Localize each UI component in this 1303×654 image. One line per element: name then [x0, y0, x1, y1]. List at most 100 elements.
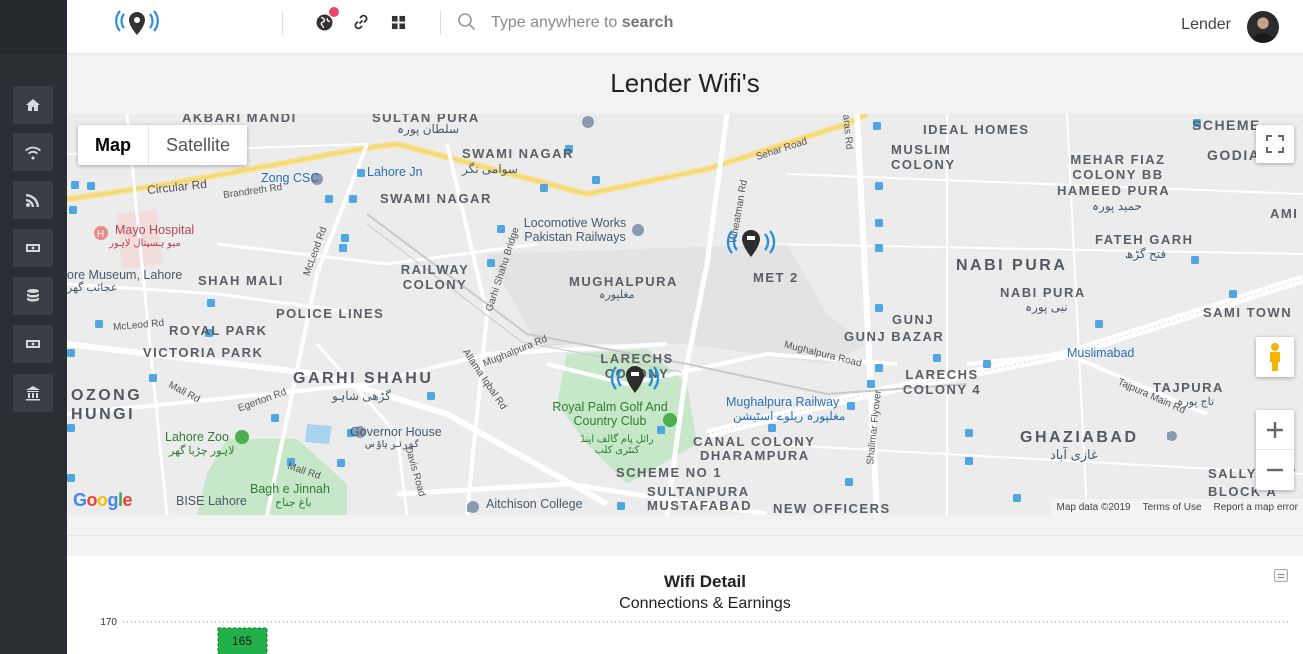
map-label: FATEH GARH	[1095, 232, 1194, 247]
map-label: Zong CSC	[261, 171, 320, 185]
map-label: BISE Lahore	[176, 494, 247, 508]
sidebar-item-database[interactable]	[13, 277, 53, 315]
map-label: SHAH MALI	[198, 273, 284, 288]
map-footer: Map data ©2019 Terms of Use Report a map…	[1050, 499, 1303, 515]
map-label: SWAMI NAGAR	[380, 191, 492, 206]
map-label: MET 2	[753, 270, 799, 285]
map-label: باغ جناح	[275, 497, 312, 509]
minus-icon	[1267, 468, 1283, 472]
map-label: GUNJ	[892, 312, 935, 327]
map-label: Royal Palm Golf And Country Club	[552, 400, 668, 428]
map-label: رائل پام گالف اینڈ کنٹری کلب	[580, 434, 654, 456]
map-label: HUNGI	[71, 406, 136, 423]
map-label: GARHI SHAHU	[293, 370, 434, 387]
sidebar-item-home[interactable]	[13, 86, 53, 124]
map-label: میو ہسپتال لاہور	[109, 238, 181, 249]
street-view-button[interactable]	[1256, 337, 1294, 377]
link-icon	[354, 14, 368, 30]
page-title: Lender Wifi's	[610, 68, 760, 98]
sidebar	[0, 0, 67, 654]
map-label: عجائب گھر	[67, 282, 118, 294]
header-separator	[282, 11, 283, 35]
zoom-out-button[interactable]	[1256, 450, 1294, 490]
sidebar-item-feed[interactable]	[13, 181, 53, 219]
map-label: Mughalpura Railway	[726, 395, 840, 409]
zoom-control	[1256, 410, 1294, 490]
sidebar-item-earnings[interactable]	[13, 325, 53, 363]
sidebar-item-payments[interactable]	[13, 229, 53, 267]
map-label: IDEAL HOMES	[923, 122, 1030, 137]
map-label: ROYAL PARK	[169, 323, 268, 338]
map-label: MUSTAFABAD	[647, 498, 753, 513]
data-label: 165	[232, 634, 252, 648]
fullscreen-button[interactable]	[1256, 125, 1294, 163]
bank-icon	[26, 386, 40, 401]
map-type-control: Map Satellite	[78, 125, 248, 165]
map-label: حمید پورہ	[1092, 199, 1142, 213]
google-logo[interactable]: Google	[73, 490, 133, 511]
avatar[interactable]	[1247, 11, 1279, 43]
map-label: TAJPURA	[1153, 380, 1224, 395]
map-label: SAMI TOWN	[1203, 305, 1293, 320]
map-type-map-button[interactable]: Map	[78, 125, 149, 165]
pegman-icon	[1270, 343, 1280, 371]
header-separator	[440, 11, 441, 35]
divider	[67, 535, 1303, 536]
wifi-location-marker[interactable]	[723, 226, 779, 266]
map-label: مغلپورہ ریلوے اسٹیشن	[733, 409, 846, 423]
search-input[interactable]: Type anywhere to search	[491, 14, 673, 32]
home-icon	[26, 99, 40, 111]
map-label: CANAL COLONY	[693, 434, 816, 449]
sidebar-item-wifi[interactable]	[13, 133, 53, 171]
fullscreen-icon	[1266, 135, 1284, 153]
map-label: RAILWAY COLONY	[400, 262, 470, 292]
wifi-location-marker[interactable]	[607, 362, 663, 402]
map-label: SWAMI NAGAR	[462, 146, 574, 161]
map-label: ore Museum, Lahore	[67, 268, 183, 282]
map-label: DHARAMPURA	[700, 448, 810, 463]
rss-icon	[26, 194, 39, 207]
map-label: OZONG	[71, 387, 143, 404]
notifications-button[interactable]	[313, 7, 339, 33]
chart-plot: 170 165	[100, 617, 1289, 654]
user-name[interactable]: Lender	[1181, 16, 1231, 34]
map-label: NABI PURA	[1000, 285, 1086, 300]
y-tick-label: 170	[100, 617, 117, 628]
map-label: Bagh e Jinnah	[250, 482, 330, 496]
sidebar-item-bank[interactable]	[13, 374, 53, 412]
map-label: LARECHS COLONY 4	[902, 367, 982, 397]
map-label: گڑھی شاہو	[332, 389, 391, 403]
money-icon	[26, 244, 40, 252]
notification-badge	[329, 7, 339, 17]
map-label: Lahore Zoo	[165, 430, 229, 444]
map-label: سلطان پورہ	[397, 122, 460, 136]
zoom-in-button[interactable]	[1256, 410, 1294, 450]
map-label: VICTORIA PARK	[143, 345, 264, 360]
map-label: غازی آباد	[1050, 447, 1098, 462]
apps-button[interactable]	[387, 11, 409, 33]
map-label: سوامی نگر	[462, 162, 518, 176]
map-label: HAMEED PURA	[1057, 183, 1171, 198]
map-view[interactable]: H AKBARI MANDI SULTAN PURA سلطان پورہ SW…	[67, 114, 1303, 515]
wifi-location-logo-icon[interactable]	[115, 8, 159, 44]
map-label: MEHAR FIAZ COLONY BB	[1070, 152, 1166, 182]
map-label: POLICE LINES	[276, 306, 385, 321]
map-label: AMI	[1270, 206, 1299, 221]
report-error-link[interactable]: Report a map error	[1214, 502, 1298, 513]
map-label: Governor House	[350, 425, 442, 439]
map-label: GUNJ BAZAR	[844, 329, 945, 344]
links-button[interactable]	[350, 11, 372, 33]
map-label: GHAZIABAD	[1020, 429, 1139, 446]
terms-link[interactable]: Terms of Use	[1143, 502, 1202, 513]
map-label: MUGHALPURA	[569, 274, 678, 289]
map-label: فتح گڑھ	[1125, 247, 1167, 261]
map-type-satellite-button[interactable]: Satellite	[149, 125, 247, 165]
map-label: مغلپورہ	[599, 289, 635, 301]
map-label: NABI PURA	[956, 257, 1068, 274]
sidebar-top	[0, 0, 67, 54]
map-label: NEW OFFICERS	[773, 501, 891, 515]
svg-text:H: H	[97, 229, 104, 240]
database-icon	[27, 289, 39, 302]
top-header: Type anywhere to search Lender	[67, 0, 1303, 54]
map-label: Lahore Jn	[367, 165, 423, 179]
